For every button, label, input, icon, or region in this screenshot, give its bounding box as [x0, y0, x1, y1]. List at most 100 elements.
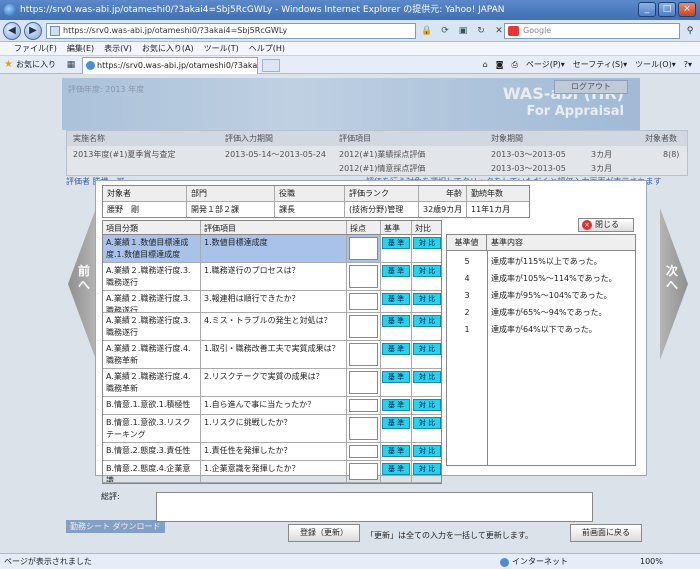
info-value: (技術分野)管理 — [345, 202, 419, 218]
row-item: 1.リスクに挑戦したか？ — [201, 415, 347, 442]
score-cell — [347, 341, 381, 368]
search-input[interactable]: Google — [504, 23, 680, 39]
kijun-button[interactable]: 基 準 — [382, 293, 410, 305]
row-category: A.業績２.職務遂行度.3.職務遂行 — [103, 291, 201, 312]
favorites-button[interactable]: ★ お気に入り — [4, 59, 56, 71]
criteria-value: 4 — [464, 274, 470, 283]
quick-tabs-icon[interactable]: ▦ — [64, 58, 78, 72]
star-icon: ★ — [4, 59, 13, 70]
row-item: 1.企業意識を発揮したか？ — [201, 461, 347, 482]
taihi-button[interactable]: 対 比 — [413, 293, 441, 305]
feeds-icon[interactable]: ◙ — [496, 59, 504, 71]
kijun-button[interactable]: 基 準 — [382, 417, 410, 429]
minimize-button[interactable]: _ — [638, 2, 656, 17]
table-row[interactable]: A.業績２.職務遂行度.3.職務遂行 4.ミス・トラブルの発生と対処は？ 基 準対 … — [103, 313, 441, 341]
reload-icon[interactable]: ↻ — [474, 24, 488, 38]
col-header: 採点 — [347, 221, 381, 234]
menu-bar: ファイル(F) 編集(E) 表示(V) お気に入り(A) ツール(T) ヘルプ(… — [0, 42, 700, 56]
score-input[interactable] — [349, 399, 378, 412]
search-icon[interactable]: ⚲ — [683, 23, 697, 39]
col-header: 項目分類 — [103, 221, 201, 234]
taihi-button[interactable]: 対 比 — [413, 343, 441, 355]
taihi-cell: 対 比 — [412, 369, 442, 396]
taihi-button[interactable]: 対 比 — [413, 445, 441, 457]
cmd-page[interactable]: ページ(P)▾ — [526, 59, 565, 71]
close-window-button[interactable]: × — [678, 2, 696, 17]
refresh-icon[interactable]: ⟳ — [438, 24, 452, 38]
taihi-cell: 対 比 — [412, 263, 442, 290]
back-icon[interactable]: ◀ — [3, 22, 21, 40]
criteria-value: 3 — [464, 291, 470, 300]
menu-tools[interactable]: ツール(T) — [204, 42, 239, 55]
table-row[interactable]: A.業績２.職務遂行度.3.職務遂行 1.職務遂行のプロセスは？ 基 準対 比 — [103, 263, 441, 291]
table-row[interactable]: A.業績２.職務遂行度.3.職務遂行 3.報連相は順行できたか？ 基 準対 比 — [103, 291, 441, 313]
score-input[interactable] — [349, 445, 378, 458]
forward-icon[interactable]: ▶ — [24, 22, 42, 40]
yahoo-icon — [508, 26, 519, 36]
kijun-cell: 基 準 — [381, 461, 412, 482]
kijun-button[interactable]: 基 準 — [382, 463, 410, 475]
table-row[interactable]: B.情意.2.態度.3.責任性 1.責任性を発揮したか？ 基 準対 比 — [103, 443, 441, 461]
taihi-button[interactable]: 対 比 — [413, 371, 441, 383]
score-input[interactable] — [349, 371, 378, 394]
score-input[interactable] — [349, 293, 378, 310]
compat-icon[interactable]: ▣ — [456, 24, 470, 38]
menu-file[interactable]: ファイル(F) — [14, 42, 57, 55]
menu-edit[interactable]: 編集(E) — [67, 42, 94, 55]
kijun-cell: 基 準 — [381, 341, 412, 368]
page-icon — [50, 26, 60, 36]
criteria-table: 基準値 基準内容 5 達成率が115%以上であった。 4 達成率が105%～114%で… — [446, 234, 636, 466]
menu-view[interactable]: 表示(V) — [104, 42, 132, 55]
new-tab-button[interactable] — [262, 59, 280, 72]
register-button[interactable]: 登録（更新） — [288, 524, 360, 542]
kijun-button[interactable]: 基 準 — [382, 399, 410, 411]
score-input[interactable] — [349, 237, 378, 260]
menu-help[interactable]: ヘルプ(H) — [249, 42, 285, 55]
table-row[interactable]: A.業績２.職務遂行度.4.職務革新 1.取引・職務改善工夫で実質成果は？ 基 準対… — [103, 341, 441, 369]
kijun-button[interactable]: 基 準 — [382, 315, 410, 327]
criteria-header-value: 基準値 — [447, 235, 487, 251]
back-button[interactable]: 前画面に戻る — [570, 524, 642, 542]
maximize-button[interactable]: □ — [658, 2, 676, 17]
table-row[interactable]: A.業績１.数値目標達成度.1.数値目標達成度 1.数値目標達成度 基 準対 比 — [103, 235, 441, 263]
score-input[interactable] — [349, 265, 378, 288]
close-icon: × — [582, 220, 592, 230]
score-input[interactable] — [349, 315, 378, 338]
browser-tab[interactable]: https://srv0.was-abi.jp/otameshi0/?3akai… — [82, 57, 258, 74]
close-button[interactable]: × 閉じる — [578, 218, 634, 232]
status-text: ページが表示されました — [4, 557, 92, 566]
menu-favorites[interactable]: お気に入り(A) — [142, 42, 194, 55]
score-input[interactable] — [349, 463, 378, 480]
kijun-button[interactable]: 基 準 — [382, 265, 410, 277]
taihi-button[interactable]: 対 比 — [413, 399, 441, 411]
kijun-button[interactable]: 基 準 — [382, 445, 410, 457]
table-row[interactable]: B.情意.1.意欲.1.積極性 1.自ら進んで事に当たったか？ 基 準対 比 — [103, 397, 441, 415]
address-bar[interactable]: https://srv0.was-abi.jp/otameshi0/?3akai… — [46, 23, 416, 39]
taihi-button[interactable]: 対 比 — [413, 463, 441, 475]
info-header: 年齢 — [419, 186, 467, 202]
taihi-button[interactable]: 対 比 — [413, 237, 441, 249]
row-category: A.業績２.職務遂行度.4.職務革新 — [103, 369, 201, 396]
kijun-button[interactable]: 基 準 — [382, 371, 410, 383]
score-input[interactable] — [349, 343, 378, 366]
score-input[interactable] — [349, 417, 378, 440]
taihi-button[interactable]: 対 比 — [413, 417, 441, 429]
taihi-button[interactable]: 対 比 — [413, 315, 441, 327]
lock-icon[interactable]: 🔒 — [420, 24, 434, 38]
table-row[interactable]: A.業績２.職務遂行度.4.職務革新 2.リスクテークで実質の成果は？ 基 準対 比 — [103, 369, 441, 397]
col-header: 基準 — [381, 221, 412, 234]
kijun-button[interactable]: 基 準 — [382, 343, 410, 355]
taihi-button[interactable]: 対 比 — [413, 265, 441, 277]
zoom-level[interactable]: 100% — [640, 554, 663, 569]
home-icon[interactable]: ⌂ — [483, 59, 488, 71]
table-row[interactable]: B.情意.1.意欲.3.リスクテーキング 1.リスクに挑戦したか？ 基 準対 比 — [103, 415, 441, 443]
row-item: 1.数値目標達成度 — [201, 235, 347, 262]
table-row[interactable]: B.情意.2.態度.4.企業意識 1.企業意識を発揮したか？ 基 準対 比 — [103, 461, 441, 483]
comment-textarea[interactable] — [156, 492, 593, 522]
criteria-content: 達成率が95%～104%であった。 — [491, 291, 612, 300]
cmd-tools[interactable]: ツール(O)▾ — [635, 59, 676, 71]
kijun-button[interactable]: 基 準 — [382, 237, 410, 249]
cmd-help[interactable]: ?▾ — [684, 59, 692, 71]
print-icon[interactable]: ⎙ — [511, 59, 517, 71]
cmd-safety[interactable]: セーフティ(S)▾ — [573, 59, 627, 71]
